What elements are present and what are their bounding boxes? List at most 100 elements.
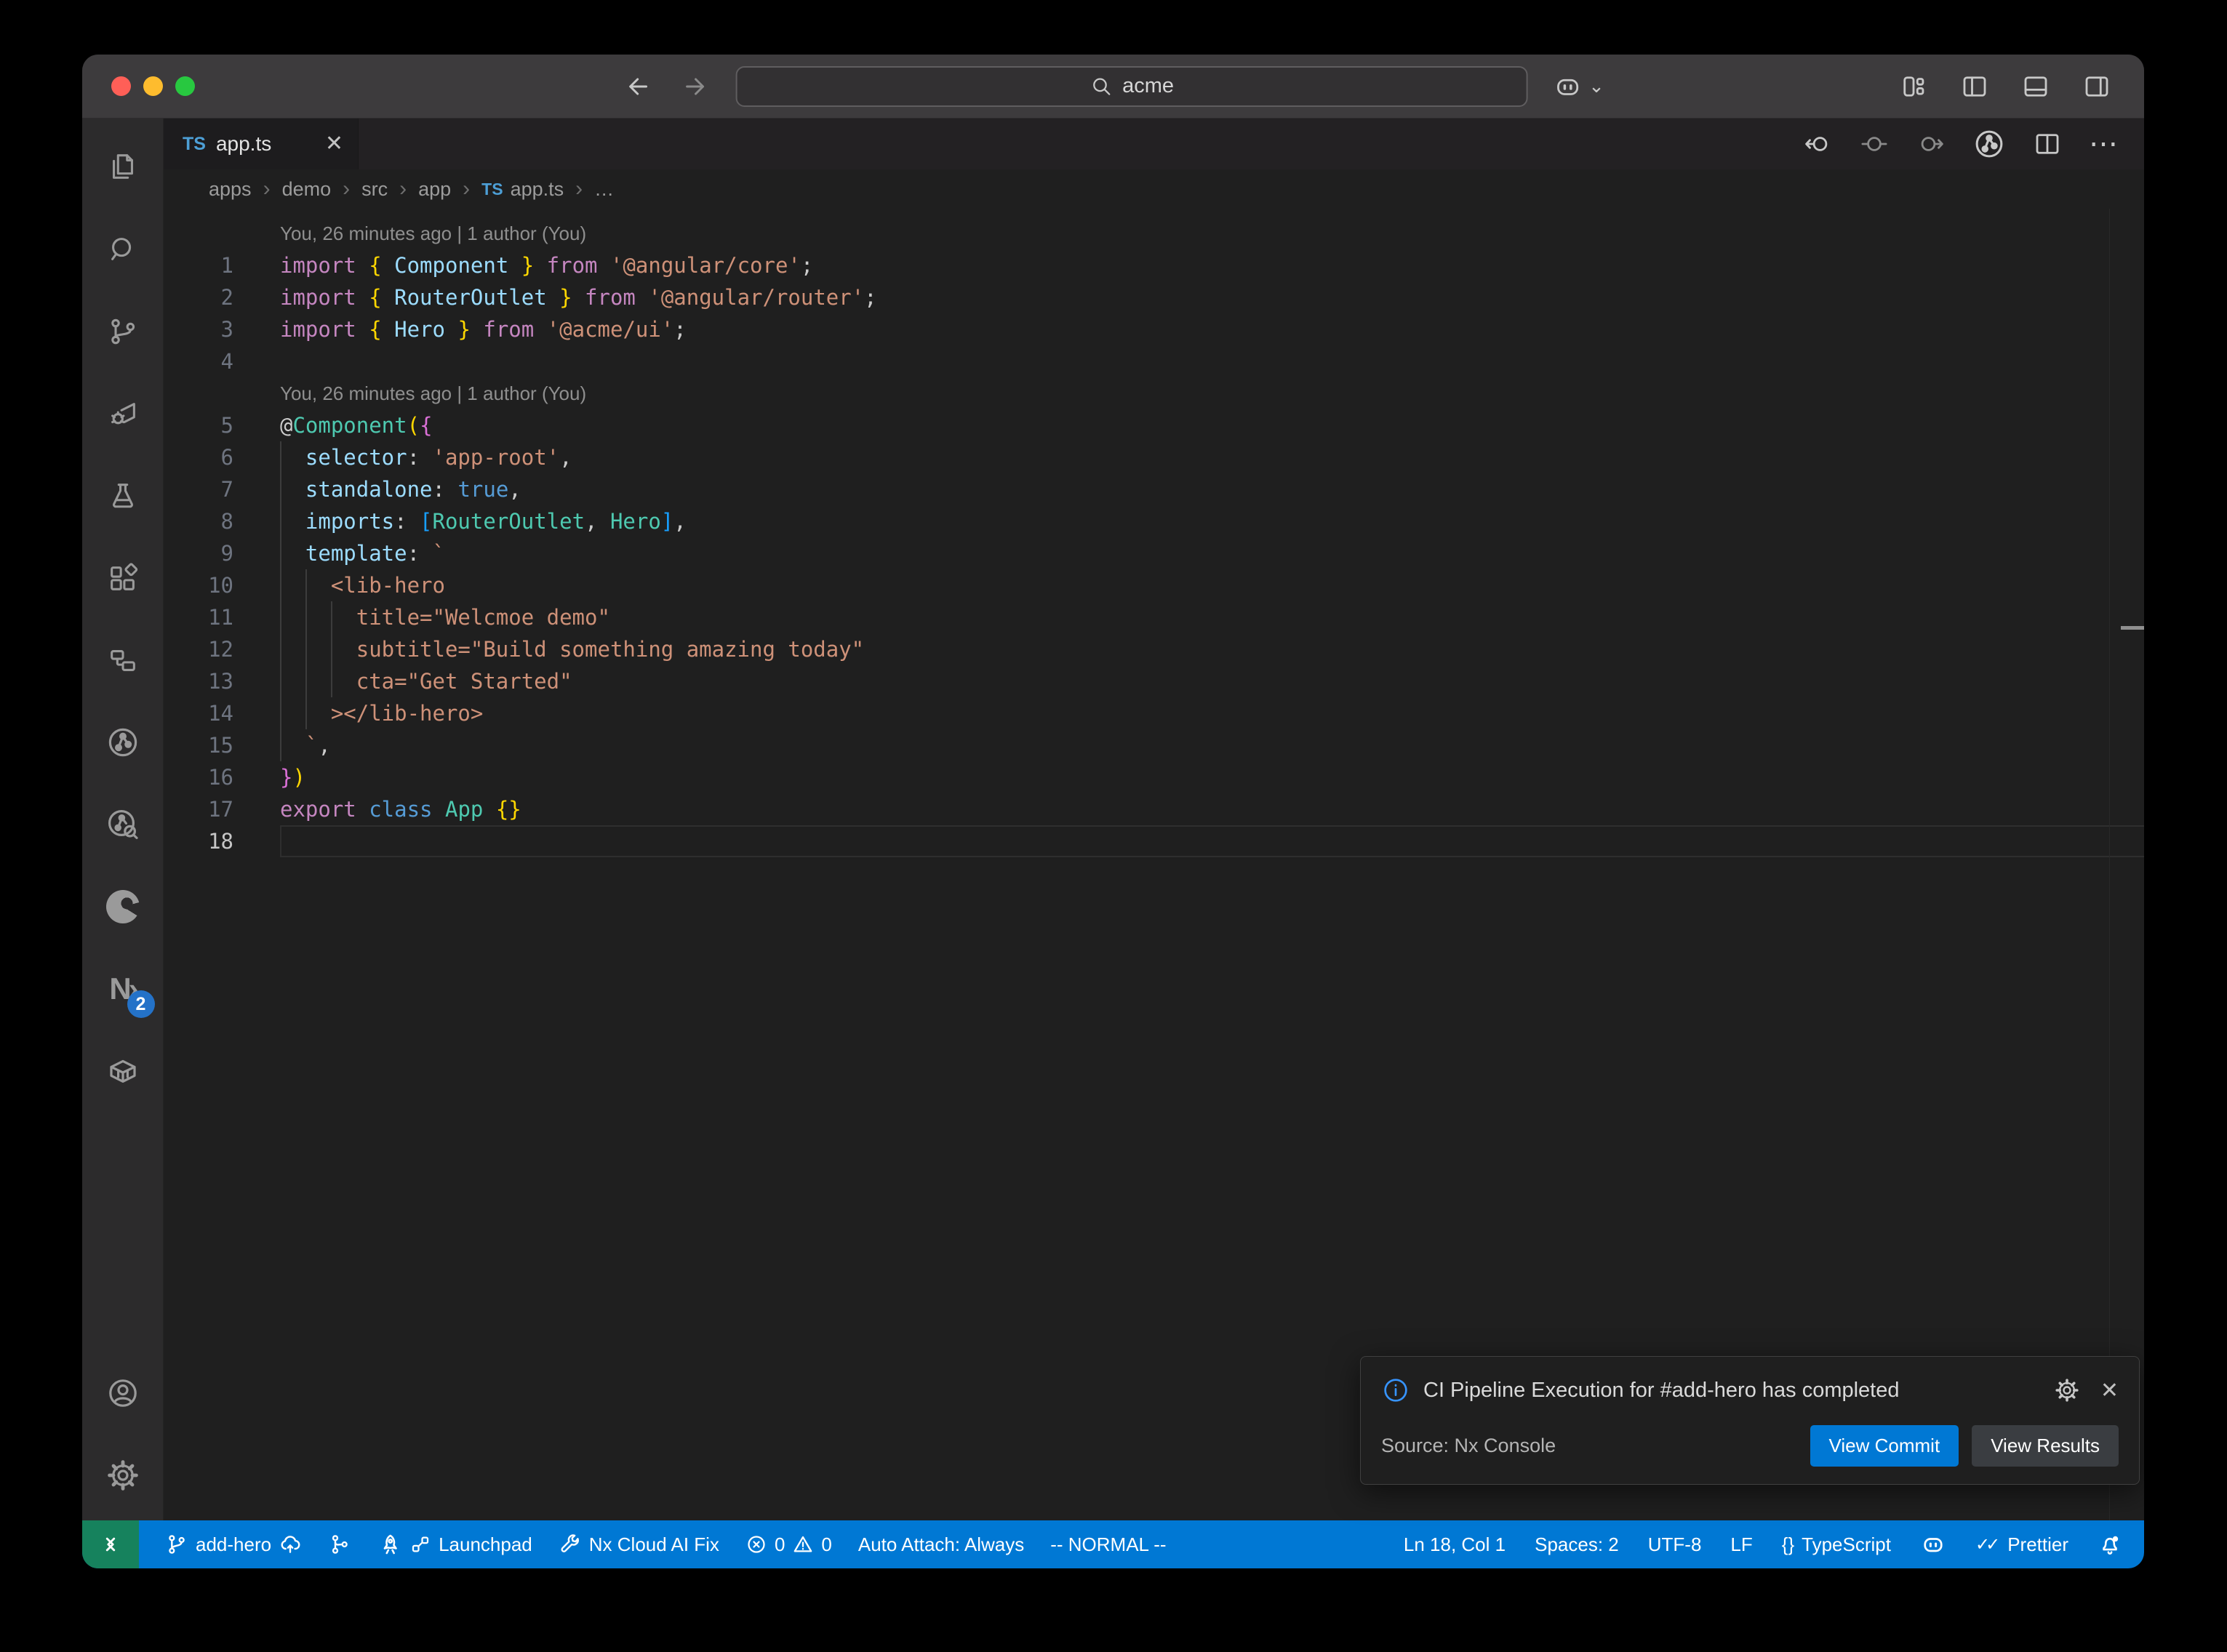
statusbar-eol[interactable]: LF — [1730, 1533, 1752, 1556]
code-line[interactable]: 7standalone: true, — [164, 473, 2144, 505]
view-commit-button[interactable]: View Commit — [1810, 1425, 1959, 1467]
code-line[interactable]: 1import { Component } from '@angular/cor… — [164, 249, 2144, 281]
activity-explorer[interactable] — [82, 126, 164, 208]
change-marker-icon[interactable] — [1859, 129, 1890, 159]
breadcrumb-item[interactable]: TSapp.ts — [481, 178, 564, 201]
statusbar-git-merge[interactable] — [328, 1533, 351, 1556]
activity-account[interactable] — [82, 1352, 164, 1434]
code-line[interactable]: 9template: ` — [164, 537, 2144, 569]
breadcrumb-item[interactable]: apps — [209, 178, 252, 201]
customize-layout-icon[interactable] — [1898, 71, 1929, 102]
next-change-icon[interactable] — [1916, 129, 1946, 159]
code-line[interactable]: 12subtitle="Build something amazing toda… — [164, 633, 2144, 665]
code-line-content: import { Component } from '@angular/core… — [280, 249, 2144, 281]
breadcrumb-item[interactable]: src — [361, 178, 388, 201]
command-center-search[interactable]: acme — [735, 66, 1527, 107]
code-line-content — [280, 825, 2144, 857]
search-icon — [1089, 74, 1114, 99]
activity-extensions[interactable] — [82, 537, 164, 619]
activity-bar: N› 2 — [82, 119, 164, 1520]
statusbar-problems[interactable]: 0 0 — [745, 1533, 832, 1556]
code-line[interactable]: 10<lib-hero — [164, 569, 2144, 601]
statusbar-notifications[interactable] — [2098, 1532, 2122, 1557]
gear-icon[interactable] — [2054, 1377, 2080, 1403]
activity-git-graph[interactable] — [82, 701, 164, 783]
more-actions-icon[interactable]: ⋯ — [2089, 138, 2119, 150]
statusbar-branch[interactable]: add-hero — [165, 1533, 302, 1556]
statusbar-launchpad[interactable]: Launchpad — [377, 1532, 532, 1557]
arrow-right-icon — [679, 71, 711, 103]
remote-indicator[interactable] — [82, 1520, 139, 1568]
code-line[interactable]: 8imports: [RouterOutlet, Hero], — [164, 505, 2144, 537]
activity-run-debug[interactable] — [82, 372, 164, 454]
activity-edge-tools[interactable] — [82, 865, 164, 947]
close-icon[interactable]: ✕ — [2100, 1378, 2119, 1403]
statusbar-vim-mode[interactable]: -- NORMAL -- — [1050, 1533, 1166, 1556]
statusbar-auto-attach[interactable]: Auto Attach: Always — [858, 1533, 1024, 1556]
toggle-primary-sidebar-icon[interactable] — [1959, 71, 1990, 102]
code-line[interactable]: 4 — [164, 345, 2144, 377]
breadcrumb-item[interactable]: demo — [282, 178, 332, 201]
code-line-content: import { Hero } from '@acme/ui'; — [280, 313, 2144, 345]
code-line[interactable]: 2import { RouterOutlet } from '@angular/… — [164, 281, 2144, 313]
activity-source-control[interactable] — [82, 290, 164, 372]
git-graph-icon — [105, 725, 140, 760]
code-line[interactable]: 13cta="Get Started" — [164, 665, 2144, 697]
typescript-file-icon: TS — [481, 180, 503, 199]
activity-git-graph-search[interactable] — [82, 783, 164, 865]
blame-annotation: You, 26 minutes ago | 1 author (You) — [280, 377, 2144, 409]
files-icon — [106, 151, 140, 184]
copilot-icon — [1552, 71, 1583, 102]
minimize-window-button[interactable] — [143, 76, 163, 96]
copilot-menu[interactable]: ⌄ — [1552, 71, 1604, 102]
breadcrumb-item[interactable]: … — [594, 178, 614, 201]
activity-testing[interactable] — [82, 454, 164, 537]
forward-button[interactable] — [679, 71, 711, 103]
line-number: 7 — [164, 473, 233, 505]
info-icon — [1381, 1376, 1410, 1405]
view-results-button[interactable]: View Results — [1972, 1425, 2119, 1467]
encoding-label: UTF-8 — [1648, 1533, 1702, 1556]
code-line[interactable]: 14></lib-hero> — [164, 697, 2144, 729]
code-line[interactable]: 5@Component({ — [164, 409, 2144, 441]
statusbar-copilot[interactable] — [1920, 1531, 1946, 1557]
split-editor-icon[interactable] — [2032, 129, 2063, 159]
code-line[interactable]: 18 — [164, 825, 2144, 857]
activity-containers[interactable] — [82, 1030, 164, 1112]
code-editor[interactable]: You, 26 minutes ago | 1 author (You) 1imp… — [164, 209, 2144, 1520]
statusbar-formatter[interactable]: ✓✓ Prettier — [1975, 1533, 2068, 1556]
statusbar-indentation[interactable]: Spaces: 2 — [1535, 1533, 1619, 1556]
code-line-content: cta="Get Started" — [280, 665, 2144, 697]
code-line[interactable]: 15`, — [164, 729, 2144, 761]
code-line[interactable]: 16}) — [164, 761, 2144, 793]
previous-change-icon[interactable] — [1802, 129, 1833, 159]
overview-ruler[interactable] — [2109, 209, 2144, 1520]
toggle-panel-icon[interactable] — [2020, 71, 2051, 102]
close-window-button[interactable] — [111, 76, 131, 96]
git-graph-action-icon[interactable] — [1972, 127, 2006, 161]
code-line-content: title="Welcmoe demo" — [280, 601, 2144, 633]
code-line-content: subtitle="Build something amazing today" — [280, 633, 2144, 665]
activity-search[interactable] — [82, 208, 164, 290]
code-line[interactable]: 17export class App {} — [164, 793, 2144, 825]
code-line-content: @Component({ — [280, 409, 2144, 441]
tab-close-icon[interactable]: ✕ — [325, 133, 343, 155]
activity-nx-console[interactable]: N› 2 — [82, 947, 164, 1030]
statusbar-nx-cloud-fix[interactable]: Nx Cloud AI Fix — [559, 1533, 719, 1556]
zoom-window-button[interactable] — [175, 76, 195, 96]
copilot-icon — [1920, 1531, 1946, 1557]
code-line[interactable]: 3import { Hero } from '@acme/ui'; — [164, 313, 2144, 345]
tab-app-ts[interactable]: TS app.ts ✕ — [164, 119, 359, 169]
activity-hierarchy[interactable] — [82, 619, 164, 701]
git-merge-icon — [328, 1533, 351, 1556]
code-line[interactable]: 6selector: 'app-root', — [164, 441, 2144, 473]
vscode-window: acme ⌄ — [82, 55, 2144, 1568]
code-line[interactable]: 11title="Welcmoe demo" — [164, 601, 2144, 633]
statusbar-encoding[interactable]: UTF-8 — [1648, 1533, 1702, 1556]
back-button[interactable] — [622, 71, 654, 103]
activity-settings[interactable] — [82, 1434, 164, 1516]
statusbar-cursor-position[interactable]: Ln 18, Col 1 — [1404, 1533, 1506, 1556]
toggle-secondary-sidebar-icon[interactable] — [2082, 71, 2112, 102]
statusbar-language[interactable]: {} TypeScript — [1782, 1533, 1891, 1556]
breadcrumb-item[interactable]: app — [418, 178, 451, 201]
